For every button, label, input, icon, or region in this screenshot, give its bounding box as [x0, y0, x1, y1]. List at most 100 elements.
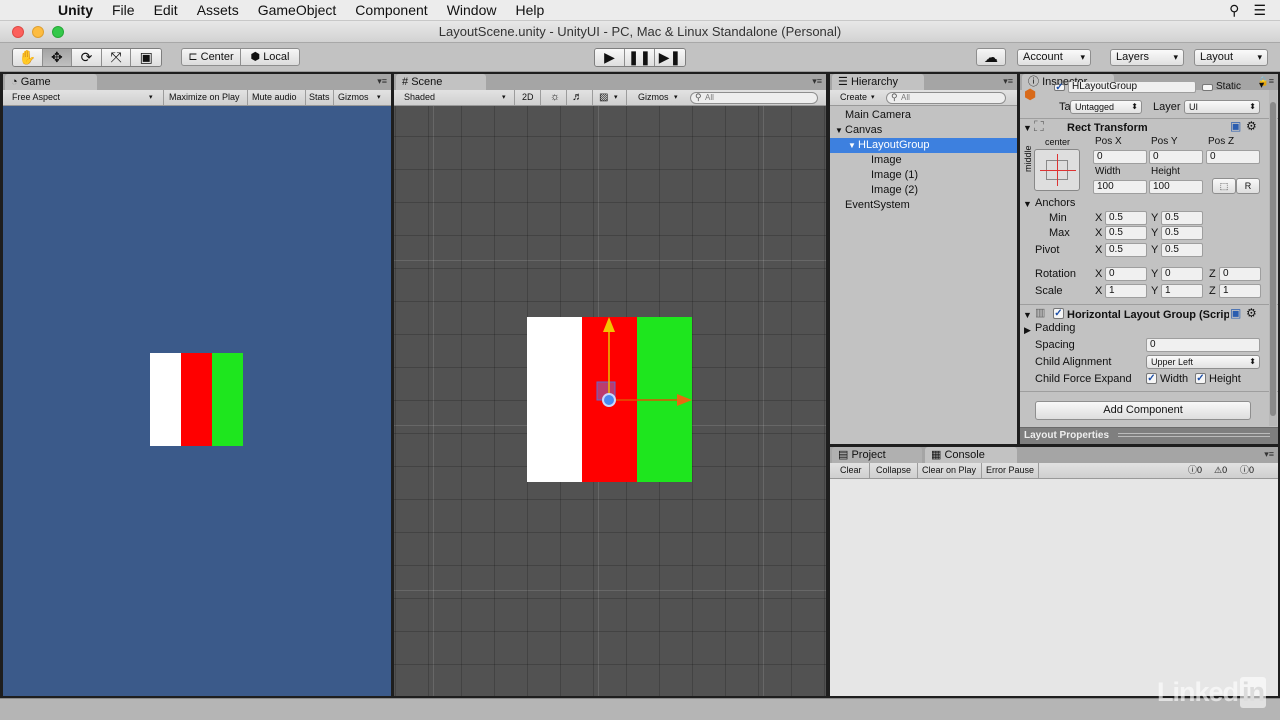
console-clear-on-play-button[interactable]: Clear on Play	[922, 463, 976, 478]
shading-dropdown[interactable]: Shaded	[404, 90, 435, 105]
pos-x-field[interactable]: 0	[1093, 150, 1147, 164]
gameobject-active-checkbox[interactable]: ✓	[1054, 83, 1065, 93]
aspect-dropdown[interactable]: Free Aspect	[12, 90, 60, 105]
anchors-max-x-field[interactable]: 0.5	[1105, 226, 1147, 240]
menu-gameobject[interactable]: GameObject	[258, 0, 337, 21]
hlg-enabled-checkbox[interactable]: ✓	[1053, 308, 1064, 319]
notification-list-icon[interactable]: ☰	[1253, 2, 1266, 19]
menu-file[interactable]: File	[112, 0, 135, 21]
game-view[interactable]	[3, 106, 391, 696]
gizmo-x-arrow[interactable]	[677, 394, 692, 406]
create-dropdown[interactable]: Create	[840, 90, 867, 105]
layers-dropdown[interactable]: Layers	[1110, 49, 1184, 66]
raw-edit-button[interactable]: R	[1236, 178, 1260, 194]
pivot-y-field[interactable]: 0.5	[1161, 243, 1203, 257]
scale-x-field[interactable]: 1	[1105, 284, 1147, 298]
move-tool-icon[interactable]: ✥	[42, 49, 73, 66]
2d-mode-toggle[interactable]: 2D	[522, 90, 534, 105]
spotlight-search-icon[interactable]: ⚲	[1229, 2, 1239, 19]
anchors-min-x-field[interactable]: 0.5	[1105, 211, 1147, 225]
menu-edit[interactable]: Edit	[154, 0, 178, 21]
inspector-scrollbar[interactable]	[1269, 90, 1277, 426]
hierarchy-item-image[interactable]: Image	[871, 153, 902, 168]
scene-tab-menu-icon[interactable]: ▾≡	[812, 76, 822, 87]
game-gizmos-dropdown[interactable]: Gizmos	[338, 90, 369, 105]
hlayoutgroup-expand-icon[interactable]: ▼	[848, 138, 856, 153]
console-error-pause-button[interactable]: Error Pause	[986, 463, 1034, 478]
canvas-expand-icon[interactable]: ▼	[835, 123, 843, 138]
rect-transform-settings-icon[interactable]: ⚙	[1246, 120, 1257, 132]
rotation-z-field[interactable]: 0	[1219, 267, 1261, 281]
scene-search-input[interactable]: All	[690, 92, 818, 104]
menu-component[interactable]: Component	[355, 0, 427, 21]
gameobject-name-field[interactable]: HLayoutGroup	[1068, 82, 1196, 93]
rotate-tool-icon[interactable]: ⟳	[72, 49, 102, 66]
force-expand-width-checkbox[interactable]: ✓	[1146, 373, 1157, 384]
rect-tool-icon[interactable]: ▣	[131, 49, 161, 66]
tab-scene[interactable]: # Scene	[396, 74, 486, 90]
create-arrow-icon[interactable]: ▾	[871, 90, 875, 105]
console-collapse-button[interactable]: Collapse	[876, 463, 911, 478]
scene-audio-icon[interactable]: ♬	[572, 90, 583, 105]
hierarchy-item-eventsystem[interactable]: EventSystem	[845, 198, 910, 213]
tab-hierarchy[interactable]: ☰ Hierarchy	[832, 74, 924, 90]
shading-arrow-icon[interactable]: ▾	[502, 90, 506, 105]
move-gizmo[interactable]	[394, 106, 826, 696]
aspect-dropdown-arrow-icon[interactable]: ▾	[149, 90, 153, 105]
scale-tool-icon[interactable]: ⤧	[101, 49, 132, 66]
hand-tool-icon[interactable]: ✋	[13, 49, 43, 66]
scene-view[interactable]	[394, 106, 826, 696]
scale-y-field[interactable]: 1	[1161, 284, 1203, 298]
add-component-button[interactable]: Add Component	[1035, 401, 1251, 420]
anchors-fold-icon[interactable]: ▼	[1023, 198, 1032, 210]
menu-window[interactable]: Window	[447, 0, 497, 21]
console-error-toggle[interactable]: ⓘ0	[1240, 463, 1254, 478]
width-field[interactable]: 100	[1093, 180, 1147, 194]
menu-help[interactable]: Help	[515, 0, 544, 21]
layout-dropdown[interactable]: Layout	[1194, 49, 1268, 66]
console-info-toggle[interactable]: ⓘ0	[1188, 463, 1202, 478]
cloud-button[interactable]: ☁	[976, 48, 1006, 66]
rect-transform-header[interactable]: ▼ ⛶ Rect Transform ▣ ⚙	[1020, 118, 1278, 136]
layout-properties-drag-handle[interactable]	[1118, 433, 1270, 437]
hierarchy-item-main-camera[interactable]: Main Camera	[845, 108, 911, 123]
gizmo-pivot[interactable]	[602, 393, 616, 407]
height-field[interactable]: 100	[1149, 180, 1203, 194]
tab-project[interactable]: ▤ Project	[832, 447, 922, 463]
hierarchy-item-hlayoutgroup[interactable]: HLayoutGroup	[858, 138, 930, 153]
console-log-area[interactable]	[830, 479, 1278, 696]
console-tab-menu-icon[interactable]: ▾≡	[1264, 449, 1274, 460]
hierarchy-tab-menu-icon[interactable]: ▾≡	[1003, 76, 1013, 87]
rect-transform-help-icon[interactable]: ▣	[1230, 120, 1241, 132]
layout-properties-bar[interactable]: Layout Properties	[1020, 427, 1278, 444]
pos-y-field[interactable]: 0	[1149, 150, 1203, 164]
tab-game[interactable]: ◔ Game	[5, 74, 97, 90]
scene-lighting-icon[interactable]: ☼	[550, 90, 560, 105]
tag-dropdown[interactable]: Untagged	[1070, 100, 1142, 114]
child-alignment-dropdown[interactable]: Upper Left	[1146, 355, 1260, 369]
menu-assets[interactable]: Assets	[197, 0, 239, 21]
play-icon[interactable]: ▶	[595, 49, 625, 66]
layer-dropdown[interactable]: UI	[1184, 100, 1260, 114]
maximize-on-play-toggle[interactable]: Maximize on Play	[169, 90, 240, 105]
pivot-x-field[interactable]: 0.5	[1105, 243, 1147, 257]
static-checkbox[interactable]	[1202, 84, 1213, 91]
anchor-preset-button[interactable]	[1034, 149, 1080, 191]
rotation-x-field[interactable]: 0	[1105, 267, 1147, 281]
force-expand-height-checkbox[interactable]: ✓	[1195, 373, 1206, 384]
hierarchy-item-canvas[interactable]: Canvas	[845, 123, 882, 138]
console-warning-toggle[interactable]: ⚠0	[1214, 463, 1227, 478]
menu-app-unity[interactable]: Unity	[58, 0, 93, 21]
pivot-space-button[interactable]: ⬢ Local	[240, 48, 300, 66]
scene-effects-arrow-icon[interactable]: ▾	[614, 90, 618, 105]
hlg-settings-icon[interactable]: ⚙	[1246, 307, 1257, 319]
blueprint-mode-button[interactable]: ⬚	[1212, 178, 1236, 194]
rect-transform-fold-icon[interactable]: ▼	[1023, 122, 1032, 134]
pivot-mode-button[interactable]: ⊏ Center	[181, 48, 241, 66]
scene-gizmos-arrow-icon[interactable]: ▾	[674, 90, 678, 105]
console-clear-button[interactable]: Clear	[840, 463, 862, 478]
mute-audio-toggle[interactable]: Mute audio	[252, 90, 297, 105]
stats-toggle[interactable]: Stats	[309, 90, 330, 105]
anchors-max-y-field[interactable]: 0.5	[1161, 226, 1203, 240]
hierarchy-item-image-1[interactable]: Image (1)	[871, 168, 918, 183]
